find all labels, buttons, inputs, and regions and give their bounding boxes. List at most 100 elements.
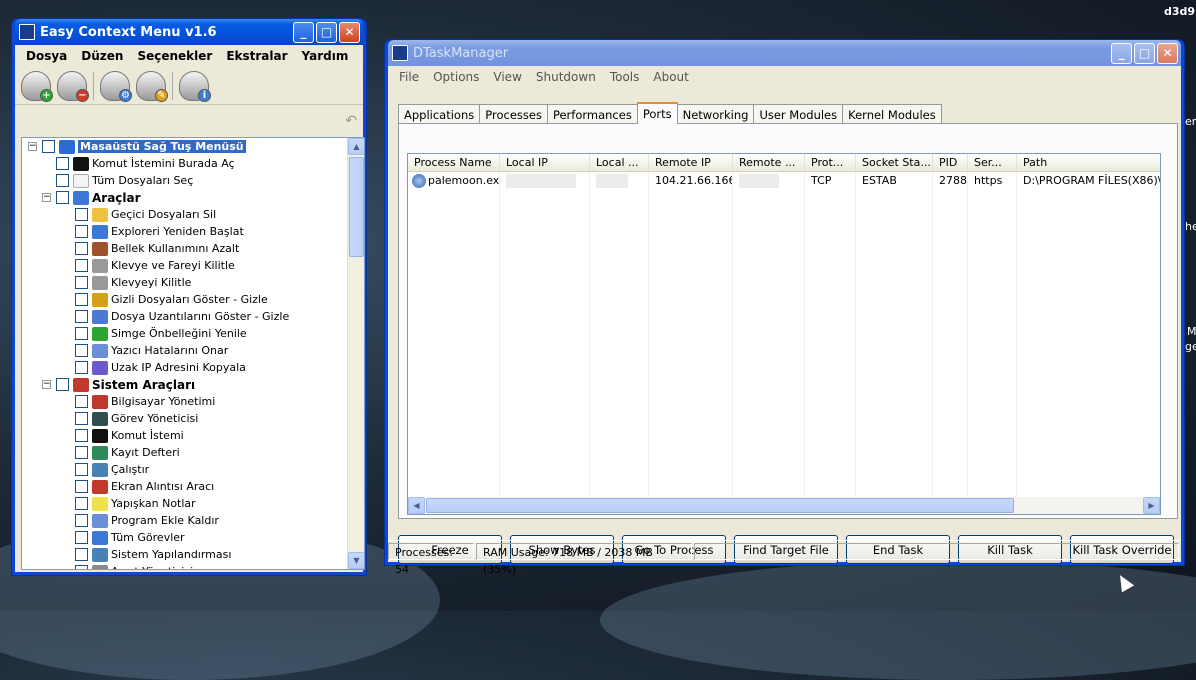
tree-item[interactable]: Gizli Dosyaları Göster - Gizle <box>22 291 364 308</box>
tree-item[interactable]: Klevyeyi Kilitle <box>22 274 364 291</box>
tree-checkbox[interactable] <box>56 174 69 187</box>
tree-item[interactable]: Uzak IP Adresini Kopyala <box>22 359 364 376</box>
tab-processes[interactable]: Processes <box>479 104 548 123</box>
desktop-icon-label[interactable]: d3d9. <box>1164 5 1196 18</box>
tab-kernel-modules[interactable]: Kernel Modules <box>842 104 942 123</box>
tree-item[interactable]: Tüm Görevler <box>22 529 364 546</box>
tree-checkbox[interactable] <box>56 157 69 170</box>
menu-duzen[interactable]: Düzen <box>74 49 130 63</box>
tree-checkbox[interactable] <box>75 242 88 255</box>
tree-checkbox[interactable] <box>75 429 88 442</box>
tree-item[interactable]: Bilgisayar Yönetimi <box>22 393 364 410</box>
scroll-left-arrow[interactable]: ◀ <box>408 497 425 514</box>
menu-ekstralar[interactable]: Ekstralar <box>219 49 294 63</box>
tree-item[interactable]: Görev Yöneticisi <box>22 410 364 427</box>
tab-performances[interactable]: Performances <box>546 104 638 123</box>
tree-checkbox[interactable] <box>75 446 88 459</box>
menu-secenekler[interactable]: Seçenekler <box>130 49 219 63</box>
tree-item[interactable]: Bellek Kullanımını Azalt <box>22 240 364 257</box>
scroll-right-arrow[interactable]: ▶ <box>1143 497 1160 514</box>
column-pid[interactable]: PID <box>933 154 968 171</box>
maximize-button[interactable]: □ <box>316 21 337 43</box>
tree-checkbox[interactable] <box>75 327 88 340</box>
tree-item[interactable]: Dosya Uzantılarını Göster - Gizle <box>22 308 364 325</box>
column-remote-ip[interactable]: Remote IP <box>649 154 733 171</box>
tree-checkbox[interactable] <box>75 259 88 272</box>
column-path[interactable]: Path <box>1017 154 1160 171</box>
tree-checkbox[interactable] <box>75 208 88 221</box>
clean-icon[interactable]: ✎ <box>136 70 168 102</box>
tree-item[interactable]: Komut İstemini Burada Aç <box>22 155 364 172</box>
tree-checkbox[interactable] <box>56 378 69 391</box>
tree-item[interactable]: Yapışkan Notlar <box>22 495 364 512</box>
scroll-up-arrow[interactable]: ▲ <box>348 138 364 155</box>
tree-item[interactable]: Komut İstemi <box>22 427 364 444</box>
tree-checkbox[interactable] <box>75 565 88 569</box>
tree-item[interactable]: Sistem Yapılandırması <box>22 546 364 563</box>
column-socket-state[interactable]: Socket Sta... <box>856 154 933 171</box>
column-remote-port[interactable]: Remote ... <box>733 154 805 171</box>
tree-checkbox[interactable] <box>75 225 88 238</box>
tree-item[interactable]: Simge Önbelleğini Yenile <box>22 325 364 342</box>
tree-checkbox[interactable] <box>75 310 88 323</box>
tree-checkbox[interactable] <box>75 463 88 476</box>
title-bar[interactable]: DTaskManager _ □ ✕ <box>388 40 1181 66</box>
tree-checkbox[interactable] <box>75 293 88 306</box>
table-row[interactable]: palemoon.exe 104.21.66.166 TCP ESTAB 278… <box>408 172 1160 190</box>
tab-user-modules[interactable]: User Modules <box>753 104 844 123</box>
tree-item[interactable]: Ekran Alıntısı Aracı <box>22 478 364 495</box>
tree-checkbox[interactable] <box>75 412 88 425</box>
scroll-thumb[interactable] <box>349 157 364 257</box>
menu-options[interactable]: Options <box>426 70 486 84</box>
tree-checkbox[interactable] <box>75 276 88 289</box>
menu-about[interactable]: About <box>646 70 695 84</box>
tree-group-sistem-araclari[interactable]: − Sistem Araçları <box>22 376 364 393</box>
settings-icon[interactable]: ⚙ <box>100 70 132 102</box>
tree-item[interactable]: Exploreri Yeniden Başlat <box>22 223 364 240</box>
column-local-port[interactable]: Local ... <box>590 154 649 171</box>
tree-checkbox[interactable] <box>75 361 88 374</box>
close-button[interactable]: ✕ <box>1157 42 1178 64</box>
tree-checkbox[interactable] <box>56 191 69 204</box>
tree-checkbox[interactable] <box>42 140 55 153</box>
tree-item[interactable]: Kayıt Defteri <box>22 444 364 461</box>
collapse-icon[interactable]: − <box>42 193 51 202</box>
add-icon[interactable]: + <box>21 70 53 102</box>
menu-dosya[interactable]: Dosya <box>19 49 74 63</box>
tab-networking[interactable]: Networking <box>676 104 755 123</box>
tab-ports[interactable]: Ports <box>636 102 678 124</box>
undo-icon[interactable]: ↶ <box>345 113 357 129</box>
title-bar[interactable]: Easy Context Menu v1.6 _ □ ✕ <box>15 19 363 45</box>
tree-group-araclar[interactable]: − Araçlar <box>22 189 364 206</box>
scroll-down-arrow[interactable]: ▼ <box>348 552 364 569</box>
tab-applications[interactable]: Applications <box>398 104 481 123</box>
ports-list[interactable]: Process Name Local IP Local ... Remote I… <box>407 153 1161 515</box>
minimize-button[interactable]: _ <box>293 21 314 43</box>
column-process-name[interactable]: Process Name <box>408 154 500 171</box>
menu-file[interactable]: File <box>392 70 426 84</box>
tree-checkbox[interactable] <box>75 395 88 408</box>
tree-checkbox[interactable] <box>75 497 88 510</box>
close-button[interactable]: ✕ <box>339 21 360 43</box>
column-protocol[interactable]: Prot... <box>805 154 856 171</box>
collapse-icon[interactable]: − <box>28 142 37 151</box>
minimize-button[interactable]: _ <box>1111 42 1132 64</box>
tree-checkbox[interactable] <box>75 531 88 544</box>
tree-item[interactable]: Aygıt Yöneticisi <box>22 563 364 569</box>
column-local-ip[interactable]: Local IP <box>500 154 590 171</box>
menu-view[interactable]: View <box>486 70 528 84</box>
tree-item[interactable]: Tüm Dosyaları Seç <box>22 172 364 189</box>
column-service[interactable]: Ser... <box>968 154 1017 171</box>
tree-root[interactable]: − Masaüstü Sağ Tuş Menüsü <box>22 138 364 155</box>
tree-checkbox[interactable] <box>75 548 88 561</box>
scroll-thumb[interactable] <box>426 498 1014 513</box>
tree-item[interactable]: Klevye ve Fareyi Kilitle <box>22 257 364 274</box>
tree-checkbox[interactable] <box>75 480 88 493</box>
menu-tools[interactable]: Tools <box>603 70 647 84</box>
tree-item[interactable]: Yazıcı Hatalarını Onar <box>22 342 364 359</box>
menu-shutdown[interactable]: Shutdown <box>529 70 603 84</box>
tree-checkbox[interactable] <box>75 514 88 527</box>
tree-item[interactable]: Çalıştır <box>22 461 364 478</box>
info-icon[interactable]: i <box>179 70 211 102</box>
collapse-icon[interactable]: − <box>42 380 51 389</box>
